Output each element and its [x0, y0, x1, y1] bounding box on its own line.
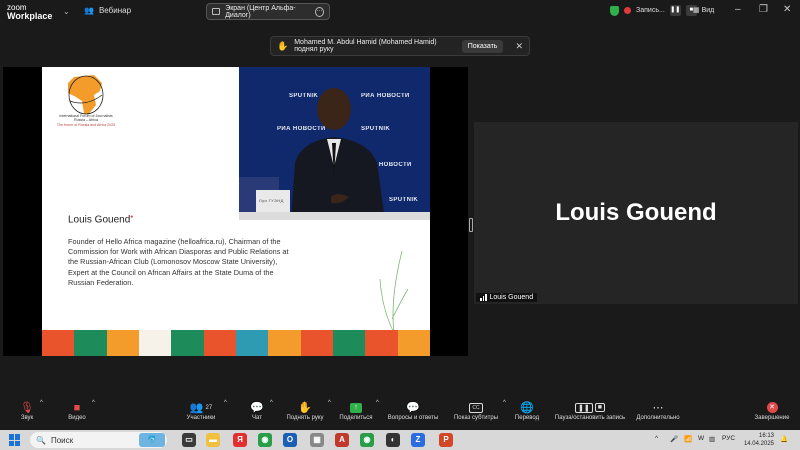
meeting-toolbar: 🎙 Звук ^ ■ Видео ^ 👥 27 Участники ^ 💬 Чат… — [0, 398, 800, 430]
speaker-name: Louis Gouend● — [68, 214, 134, 226]
chrome-icon[interactable]: ◉ — [360, 433, 374, 447]
dolphin-widget-icon[interactable]: 🐬 — [139, 433, 165, 447]
security-shield-icon[interactable] — [610, 5, 619, 16]
notification-icon[interactable]: 🔔 — [780, 435, 788, 443]
africa-map-icon — [68, 75, 104, 115]
speaker-bio: Founder of Hello Africa magazine (helloa… — [68, 237, 289, 287]
share-button[interactable]: ↑ Поделиться — [337, 400, 375, 421]
webinar-label[interactable]: 👥 Вебинар — [84, 6, 131, 15]
screen-share-pill[interactable]: Экран (Центр Альфа-Диалог) ··· — [206, 3, 330, 20]
more-button[interactable]: ⋯ Дополнительно — [632, 400, 684, 421]
network-icon[interactable]: 📶 — [684, 435, 692, 443]
participant-video-tile[interactable]: Louis Gouend — [474, 122, 798, 304]
search-icon: 🔍 — [36, 435, 46, 445]
participant-label: Louis Gouend — [476, 293, 538, 302]
acrobat-icon[interactable]: A — [335, 433, 349, 447]
zoom-app-icon[interactable]: Z — [411, 433, 425, 447]
plant-sketch — [379, 250, 409, 333]
close-icon[interactable]: ✕ — [515, 41, 523, 52]
chrome-icon[interactable]: ◉ — [258, 433, 272, 447]
qa-button[interactable]: 💬 Вопросы и ответы — [385, 400, 441, 421]
app-icon[interactable]: ▦ — [310, 433, 324, 447]
yandex-browser-icon[interactable]: Я — [233, 433, 247, 447]
hand-icon: ✋ — [298, 402, 312, 414]
globe-icon: 🌐 — [520, 402, 534, 414]
people-icon: 👥 — [84, 6, 94, 15]
decorative-pattern-strip — [42, 330, 430, 356]
interpretation-button[interactable]: 🌐 Перевод — [512, 400, 542, 421]
participants-button[interactable]: 👥 27 Участники — [182, 400, 220, 421]
more-dots-icon: ⋯ — [652, 402, 664, 414]
chevron-up-icon[interactable]: ^ — [92, 400, 95, 406]
tray-chevron-icon[interactable]: ^ — [655, 435, 658, 442]
chat-button[interactable]: 💬 Чат — [247, 400, 267, 421]
more-options-icon[interactable]: ··· — [314, 6, 324, 17]
language-indicator[interactable]: РУС — [722, 435, 735, 442]
video-off-icon: ■ — [73, 401, 81, 414]
chevron-down-icon[interactable]: ⌄ — [63, 7, 70, 16]
outlook-icon[interactable]: O — [283, 433, 297, 447]
participant-name: Louis Gouend — [555, 199, 717, 226]
task-view-icon[interactable]: ▭ — [182, 433, 196, 447]
pause-stop-recording-button[interactable]: ❚❚ ■ Пауза/остановить запись — [552, 400, 628, 421]
windows-start-icon[interactable] — [9, 434, 21, 446]
end-button[interactable]: ✕ Завершение — [752, 400, 792, 421]
pause-stop-icon: ❚❚ ■ — [552, 400, 628, 415]
mic-button[interactable]: 🎙 Звук — [14, 400, 40, 421]
show-button[interactable]: Показать — [461, 39, 504, 53]
people-icon: 👥 27 — [189, 402, 213, 414]
browser-icon[interactable]: ◐ — [386, 433, 400, 447]
chevron-up-icon[interactable]: ^ — [224, 400, 227, 406]
video-button[interactable]: ■ Видео — [62, 400, 92, 422]
raised-hand-notification: ✋ Mohamed M. Abdul Hamid (Mohamed Hamid)… — [270, 36, 530, 56]
share-screen-icon: ↑ — [337, 400, 375, 415]
monitor-icon — [212, 8, 221, 15]
word-icon[interactable]: W — [698, 435, 704, 442]
chevron-up-icon[interactable]: ^ — [503, 400, 506, 406]
cc-icon: CC — [446, 400, 506, 415]
chevron-up-icon[interactable]: ^ — [270, 400, 273, 406]
subtitles-button[interactable]: CC Показ субтитры — [446, 400, 506, 421]
forum-title: International Forum of Journalists Russi… — [56, 114, 116, 127]
microphone-tray-icon[interactable]: 🎤 — [670, 435, 678, 443]
qa-icon: 💬 — [406, 402, 420, 414]
windows-taskbar: 🔍 Поиск 🐬 ▭ ▬ Я ◉ O ▦ A ◉ ◐ Z P ^ 🎤 📶 W … — [0, 430, 800, 450]
mic-muted-icon: 🎙 — [20, 402, 34, 414]
chat-icon: 💬 — [250, 402, 264, 414]
grid-icon: ▦ — [693, 7, 700, 14]
chart-tray-icon[interactable]: ▥ — [709, 435, 715, 443]
minimize-icon[interactable]: – — [735, 4, 741, 15]
file-explorer-icon[interactable]: ▬ — [206, 433, 220, 447]
recording-indicator: Запись... ❚❚ ■ — [610, 5, 697, 16]
zoom-logo: zoom Workplace — [7, 3, 53, 21]
powerpoint-icon[interactable]: P — [439, 433, 453, 447]
splitter-handle[interactable] — [469, 218, 473, 232]
raise-hand-button[interactable]: ✋ Поднять руку — [283, 400, 327, 421]
restore-icon[interactable]: ❐ — [759, 4, 768, 15]
nameplate: Луи ГУЭНД — [259, 198, 284, 203]
chevron-up-icon[interactable]: ^ — [328, 400, 331, 406]
close-window-icon[interactable]: ✕ — [783, 4, 791, 15]
end-icon: ✕ — [752, 400, 792, 415]
pause-recording-icon[interactable]: ❚❚ — [669, 5, 681, 16]
forum-logo — [56, 73, 116, 145]
view-menu[interactable]: ▦ Вид — [693, 6, 714, 14]
title-bar: zoom Workplace ⌄ 👥 Вебинар Экран (Центр … — [0, 0, 800, 24]
hand-icon: ✋ — [277, 40, 289, 51]
presentation-slide: International Forum of Journalists Russi… — [42, 67, 430, 356]
chevron-up-icon[interactable]: ^ — [376, 400, 379, 406]
clock[interactable]: 16:13 14.04.2025 — [738, 432, 774, 448]
speaker-photo: SPUTNIK РИА НОВОСТИ РИА НОВОСТИ SPUTNIK … — [239, 67, 430, 220]
recording-dot-icon — [624, 7, 631, 14]
chevron-up-icon[interactable]: ^ — [40, 400, 43, 406]
signal-bars-icon — [480, 294, 487, 301]
accent-dot-icon: ● — [130, 214, 134, 220]
